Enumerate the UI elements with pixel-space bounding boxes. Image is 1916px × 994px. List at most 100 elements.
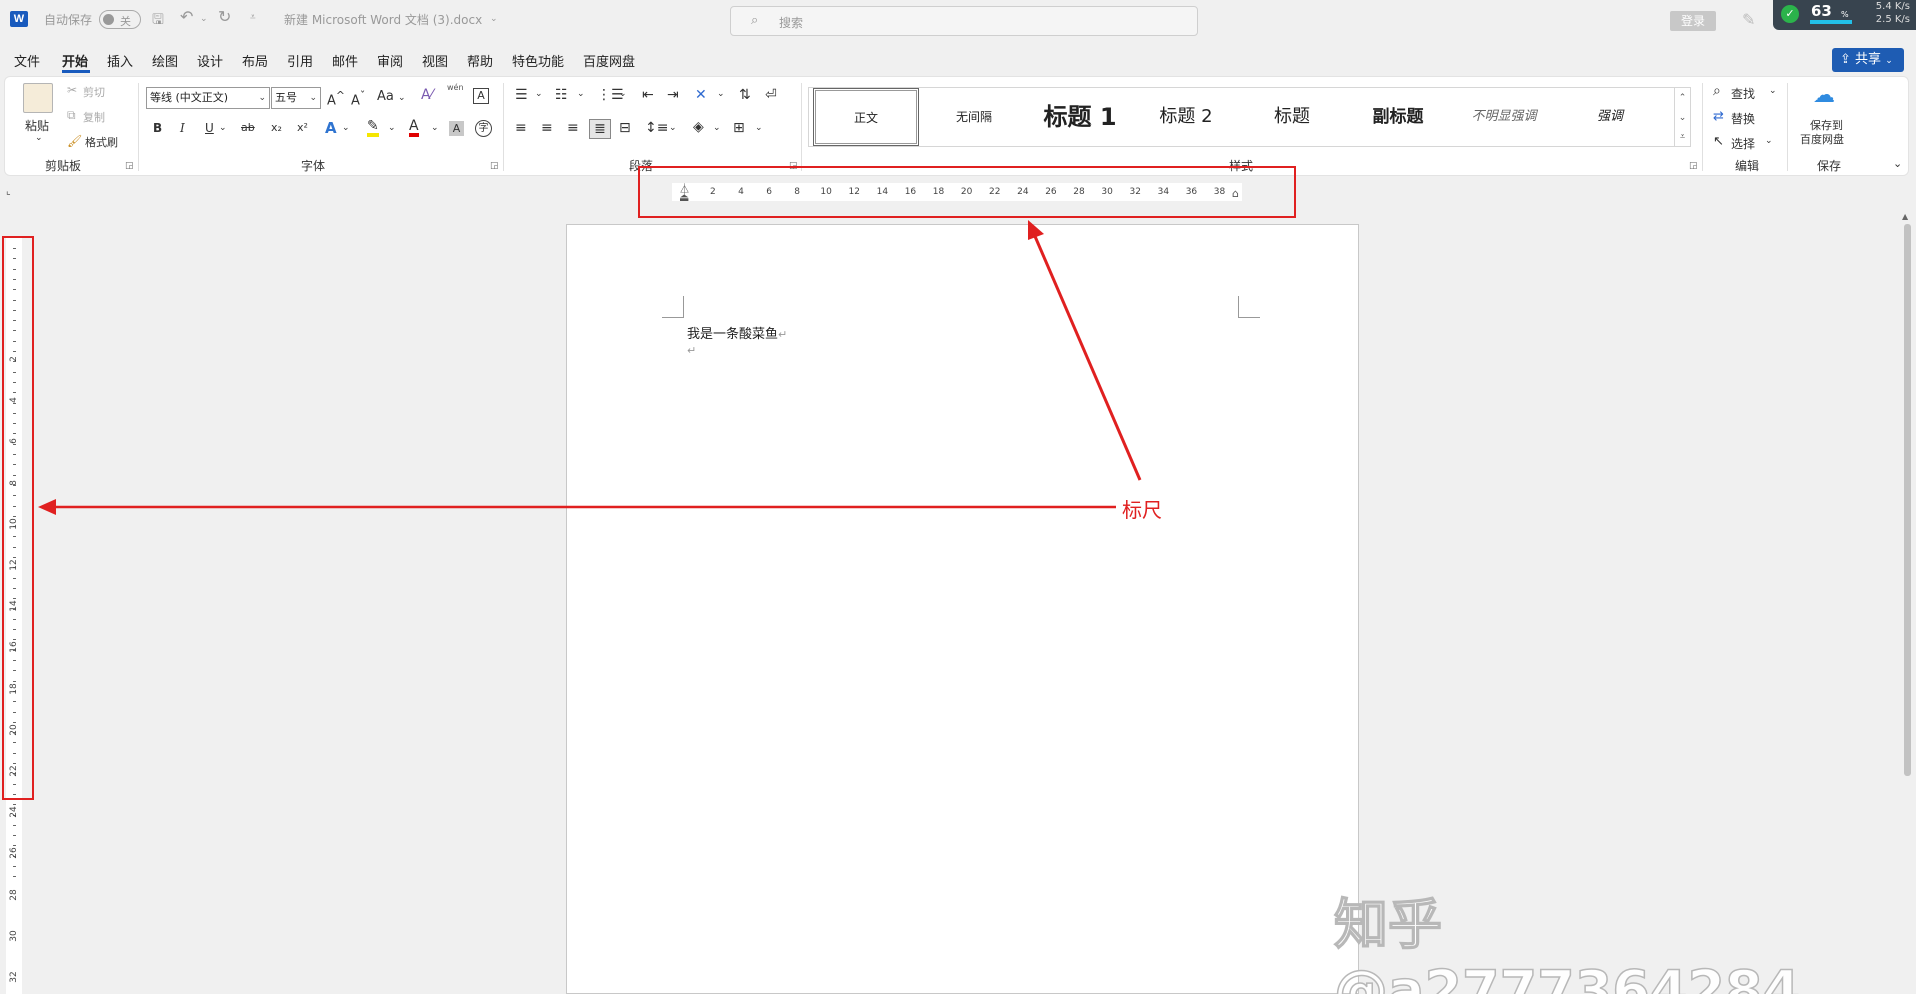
pen-icon[interactable]: ✎: [1742, 10, 1755, 29]
paste-button[interactable]: 粘贴: [25, 117, 49, 134]
chinese-layout-icon[interactable]: ✕: [695, 87, 707, 103]
increase-indent-icon[interactable]: ⇥: [667, 87, 679, 103]
tab-help[interactable]: 帮助: [467, 51, 493, 70]
style-title[interactable]: 标题: [1239, 88, 1345, 146]
phonetic-guide-button[interactable]: wén: [447, 83, 464, 92]
document-title[interactable]: 新建 Microsoft Word 文档 (3).docx: [284, 11, 482, 28]
replace-button[interactable]: 替换: [1731, 110, 1755, 127]
select-button[interactable]: 选择: [1731, 135, 1755, 152]
bullets-icon[interactable]: ☰: [515, 87, 528, 103]
tab-draw[interactable]: 绘图: [152, 51, 178, 70]
tab-references[interactable]: 引用: [287, 51, 313, 70]
decrease-indent-icon[interactable]: ⇤: [642, 87, 654, 103]
multilevel-chevron-icon[interactable]: ⌄: [619, 89, 627, 99]
tab-mailings[interactable]: 邮件: [332, 51, 358, 70]
style-normal[interactable]: 正文: [813, 88, 919, 146]
login-button[interactable]: 登录: [1670, 11, 1716, 31]
character-border-icon[interactable]: A: [473, 88, 489, 104]
save-icon[interactable]: 🖫: [152, 9, 164, 33]
gallery-up-icon[interactable]: ⌃: [1674, 88, 1690, 108]
gallery-down-icon[interactable]: ⌄: [1674, 108, 1690, 128]
autosave-toggle[interactable]: 关: [99, 10, 141, 29]
clear-formatting-icon[interactable]: A⁄: [421, 87, 433, 103]
gallery-more-icon[interactable]: ⩡: [1674, 127, 1690, 146]
numbering-chevron-icon[interactable]: ⌄: [577, 89, 585, 99]
find-chevron-icon[interactable]: ⌄: [1769, 86, 1777, 96]
scrollbar-thumb[interactable]: [1904, 224, 1911, 776]
shading-chevron-icon[interactable]: ⌄: [713, 123, 721, 133]
select-chevron-icon[interactable]: ⌄: [1765, 136, 1773, 146]
tab-file[interactable]: 文件: [14, 51, 40, 70]
search-input[interactable]: ⌕ 搜索: [730, 6, 1198, 36]
tab-selector-icon[interactable]: ⌞: [6, 186, 11, 197]
customize-qat-icon[interactable]: ⩡: [250, 12, 256, 23]
clipboard-launcher-icon[interactable]: ◲: [125, 161, 134, 171]
style-subtitle[interactable]: 副标题: [1345, 88, 1451, 146]
align-left-icon[interactable]: ≡: [515, 120, 527, 136]
borders-icon[interactable]: ⊞: [733, 120, 745, 136]
font-color-icon[interactable]: A: [409, 119, 419, 137]
numbering-icon[interactable]: ☷: [555, 87, 568, 103]
line-spacing-icon[interactable]: ↕≡: [645, 120, 668, 136]
paste-icon[interactable]: [23, 83, 53, 113]
baidu-cloud-icon[interactable]: ☁: [1813, 83, 1835, 108]
font-size-select[interactable]: 五号 ⌄: [271, 87, 321, 109]
subscript-button[interactable]: x₂: [271, 121, 282, 134]
style-heading-1[interactable]: 标题 1: [1027, 88, 1133, 146]
change-case-button[interactable]: Aa ⌄: [377, 89, 406, 104]
show-marks-icon[interactable]: ⏎: [765, 87, 777, 103]
tab-home[interactable]: 开始: [62, 51, 88, 70]
tab-review[interactable]: 审阅: [377, 51, 403, 70]
undo-icon[interactable]: ↶: [180, 7, 193, 26]
line-spacing-chevron-icon[interactable]: ⌄: [669, 123, 677, 133]
collapse-ribbon-icon[interactable]: ⌄: [1893, 157, 1902, 170]
style-subtle-emphasis[interactable]: 不明显强调: [1451, 88, 1557, 146]
bullets-chevron-icon[interactable]: ⌄: [535, 89, 543, 99]
vertical-scrollbar[interactable]: ▲: [1902, 212, 1912, 994]
tab-insert[interactable]: 插入: [107, 51, 133, 70]
document-text-line[interactable]: 我是一条酸菜鱼↵: [687, 323, 787, 342]
highlight-icon[interactable]: ✎: [367, 119, 379, 137]
borders-chevron-icon[interactable]: ⌄: [755, 123, 763, 133]
undo-dropdown-icon[interactable]: ⌄: [200, 14, 208, 24]
underline-button[interactable]: U: [205, 121, 214, 135]
redo-icon[interactable]: ↻: [218, 7, 231, 26]
tab-design[interactable]: 设计: [197, 51, 223, 70]
italic-button[interactable]: I: [180, 121, 185, 135]
paste-chevron-icon[interactable]: ⌄: [35, 133, 43, 143]
empty-paragraph[interactable]: ↵: [687, 343, 696, 357]
strikethrough-button[interactable]: ab: [241, 121, 255, 134]
sort-icon[interactable]: ⇅: [739, 87, 751, 103]
shrink-font-button[interactable]: Aˇ: [351, 89, 365, 108]
font-color-chevron-icon[interactable]: ⌄: [431, 123, 439, 133]
align-center-icon[interactable]: ≡: [541, 120, 553, 136]
chinese-layout-chevron-icon[interactable]: ⌄: [717, 89, 725, 99]
style-emphasis[interactable]: 强调: [1557, 88, 1663, 146]
align-right-icon[interactable]: ≡: [567, 120, 579, 136]
tab-special-features[interactable]: 特色功能: [512, 51, 564, 70]
styles-launcher-icon[interactable]: ◲: [1689, 161, 1698, 171]
font-launcher-icon[interactable]: ◲: [490, 161, 499, 171]
character-shading-icon[interactable]: A: [449, 121, 464, 136]
tab-view[interactable]: 视图: [422, 51, 448, 70]
find-button[interactable]: 查找: [1731, 85, 1755, 102]
share-button[interactable]: ⇪ 共享 ⌄: [1832, 48, 1904, 72]
shading-icon[interactable]: ◈: [693, 119, 704, 135]
baidu-netdisk-label[interactable]: 百度网盘: [1800, 131, 1844, 147]
grow-font-button[interactable]: A^: [327, 89, 345, 108]
scroll-up-icon[interactable]: ▲: [1902, 212, 1908, 221]
text-effects-icon[interactable]: A: [325, 119, 337, 137]
superscript-button[interactable]: x²: [297, 121, 308, 134]
justify-icon[interactable]: ≣: [589, 119, 611, 139]
cut-button[interactable]: 剪切: [83, 84, 105, 100]
bold-button[interactable]: B: [153, 121, 162, 135]
style-heading-2[interactable]: 标题 2: [1133, 88, 1239, 146]
font-name-select[interactable]: 等线 (中文正文) ⌄: [146, 87, 270, 109]
format-painter-button[interactable]: 格式刷: [85, 134, 118, 150]
title-chevron-down-icon[interactable]: ⌄: [490, 14, 498, 24]
tab-layout[interactable]: 布局: [242, 51, 268, 70]
distributed-icon[interactable]: ⊟: [619, 120, 631, 136]
copy-button[interactable]: 复制: [83, 109, 105, 125]
tab-baidu-netdisk[interactable]: 百度网盘: [583, 51, 635, 70]
highlight-chevron-icon[interactable]: ⌄: [388, 123, 396, 133]
